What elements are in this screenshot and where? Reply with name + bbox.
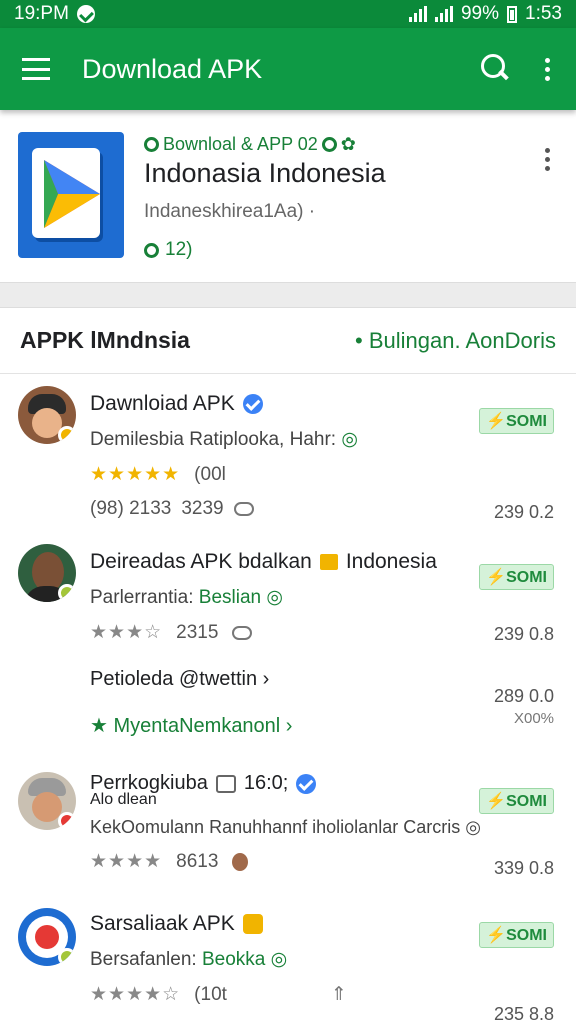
menu-icon[interactable] bbox=[22, 58, 50, 80]
featured-subtitle: Indaneskhirea1Aa) · bbox=[144, 201, 316, 222]
app-description-text: Bersafanlen: bbox=[90, 949, 197, 970]
info-icon: ◎ bbox=[465, 817, 481, 837]
app-name-text: Dawnloiad APK bbox=[90, 392, 235, 415]
status-clock: 1:53 bbox=[525, 3, 562, 24]
badge-icon bbox=[242, 914, 263, 934]
section-link[interactable]: • Bulingan. AonDoris bbox=[355, 328, 556, 354]
sub-item-link-label: MyentaNemkanonl › bbox=[113, 715, 293, 737]
app-title: Download APK bbox=[82, 53, 263, 84]
check-icon bbox=[321, 136, 337, 152]
battery-icon bbox=[507, 5, 518, 23]
version-value: 339 0.8 bbox=[493, 858, 554, 878]
app-list: Dawnloiad APK Demilesbia Ratiplooka, Hah… bbox=[0, 374, 576, 1024]
size-pill[interactable]: ⚡SOMI bbox=[479, 564, 554, 590]
app-bar: Download APK bbox=[0, 28, 576, 110]
app-store-logo-icon bbox=[18, 132, 124, 258]
stat-1: 8613 bbox=[176, 850, 219, 872]
rating-row: ★★★★ 8613 bbox=[90, 850, 554, 873]
version-value: 239 0.2 bbox=[493, 502, 554, 522]
battery-percent: 99% bbox=[460, 3, 500, 24]
stats-row: (98) 2133 3239 bbox=[90, 498, 554, 520]
sub-item-link[interactable]: ★ MyentaNemkanonl › bbox=[90, 713, 554, 738]
sub-version-value: 289 0.0 bbox=[493, 686, 554, 706]
stat-1: (10t bbox=[194, 983, 227, 1005]
avatar bbox=[18, 386, 76, 444]
search-icon[interactable] bbox=[481, 54, 511, 84]
avatar bbox=[18, 772, 76, 830]
folder-icon bbox=[319, 554, 338, 570]
wifi-signal-icon bbox=[408, 6, 427, 22]
featured-meta-value: 12) bbox=[165, 239, 193, 260]
size-pill[interactable]: ⚡SOMI bbox=[479, 788, 554, 814]
section-header: APPK lMndnsia • Bulingan. AonDoris bbox=[0, 308, 576, 374]
featured-title: Indonasia Indonesia bbox=[144, 158, 386, 188]
app-description-text: Parlerrantia: bbox=[90, 587, 194, 608]
sub-percent-value: X00% bbox=[513, 710, 554, 727]
rating-stars: ★★★★ bbox=[90, 851, 163, 872]
rating-row: ★★★★☆ (10t ⇑ bbox=[90, 983, 554, 1006]
stat-1: (98) 2133 bbox=[90, 498, 172, 519]
rating-row: ★★★☆ 2315 bbox=[90, 621, 554, 644]
upload-icon: ⇑ bbox=[330, 984, 347, 1005]
featured-more-icon[interactable] bbox=[541, 144, 554, 175]
glasses-icon bbox=[232, 625, 253, 640]
sub-item-title[interactable]: Petioleda @twettin › bbox=[90, 668, 554, 691]
info-icon: ◎ bbox=[341, 429, 358, 450]
clock-icon bbox=[144, 242, 159, 258]
info-icon: ◎ bbox=[266, 587, 283, 608]
user-icon bbox=[232, 852, 249, 871]
stat-2: 3239 bbox=[181, 498, 224, 519]
size-pill[interactable]: ⚡SOMI bbox=[479, 408, 554, 434]
verified-icon bbox=[296, 773, 317, 794]
app-description-text: Demilesbia Ratiplooka, Hahr: bbox=[90, 429, 337, 450]
app-description-highlight: Beokka bbox=[201, 949, 266, 970]
notification-check-icon bbox=[76, 5, 95, 23]
app-description: KekOomulann Ranuhhannf iholiolanlar Carc… bbox=[90, 817, 554, 838]
badge-icon bbox=[144, 136, 159, 152]
info-icon: ◎ bbox=[270, 949, 288, 970]
list-item[interactable]: Deireadas APK bdalkan Indonesia Parlerran… bbox=[18, 544, 554, 770]
section-link-label: Bulingan. AonDoris bbox=[368, 327, 556, 353]
status-bar: 19:PM 99% 1:53 bbox=[0, 0, 576, 28]
app-description: Bersafanlen: Beokka ◎ bbox=[90, 948, 554, 971]
rating-stars: ★★★☆ bbox=[90, 622, 163, 643]
verified-icon bbox=[242, 394, 263, 414]
avatar bbox=[18, 908, 76, 966]
avatar bbox=[18, 544, 76, 602]
rating-row: ★★★★★ (00l bbox=[90, 463, 554, 486]
app-name-text: Sarsaliaak APK bbox=[90, 912, 235, 935]
version-value: 239 0.8 bbox=[493, 624, 554, 644]
featured-tag-label: Bownloal & APP 02 bbox=[163, 133, 318, 154]
featured-app-card[interactable]: Bownloal & APP 02 ✿ Indonasia Indonesia … bbox=[0, 110, 576, 282]
glasses-icon bbox=[233, 502, 254, 516]
cell-signal-icon bbox=[434, 6, 453, 22]
list-item[interactable]: Perrkogkiuba 16:0; Alo dlean KekOomulann … bbox=[18, 770, 554, 908]
app-name-text: Deireadas APK bdalkan bbox=[90, 550, 312, 573]
app-description-text: KekOomulann Ranuhhannf iholiolanlar Carc… bbox=[90, 817, 461, 837]
status-time: 19:PM bbox=[14, 3, 69, 24]
app-name-tail: Indonesia bbox=[345, 550, 437, 573]
gear-icon: ✿ bbox=[340, 133, 356, 154]
stat-1: 2315 bbox=[176, 621, 219, 643]
section-title: APPK lMndnsia bbox=[20, 327, 190, 353]
section-divider bbox=[0, 282, 576, 308]
list-item[interactable]: Dawnloiad APK Demilesbia Ratiplooka, Hah… bbox=[18, 374, 554, 544]
app-description-highlight: Beslian bbox=[198, 587, 262, 608]
rating-stars: ★★★★☆ bbox=[90, 984, 181, 1005]
more-vert-icon[interactable] bbox=[541, 54, 554, 85]
app-name-tail: 16:0; bbox=[243, 772, 289, 794]
clock-icon bbox=[215, 774, 236, 793]
rating-count: (00l bbox=[194, 463, 226, 485]
featured-tag: Bownloal & APP 02 ✿ bbox=[144, 132, 558, 156]
version-value: 235 8.8 bbox=[493, 1004, 554, 1024]
featured-meta: 12) bbox=[144, 239, 558, 261]
list-item[interactable]: Sarsaliaak APK Bersafanlen: Beokka ◎ ★★★… bbox=[18, 908, 554, 1024]
size-pill[interactable]: ⚡SOMI bbox=[479, 922, 554, 948]
rating-stars: ★★★★★ bbox=[90, 464, 181, 485]
